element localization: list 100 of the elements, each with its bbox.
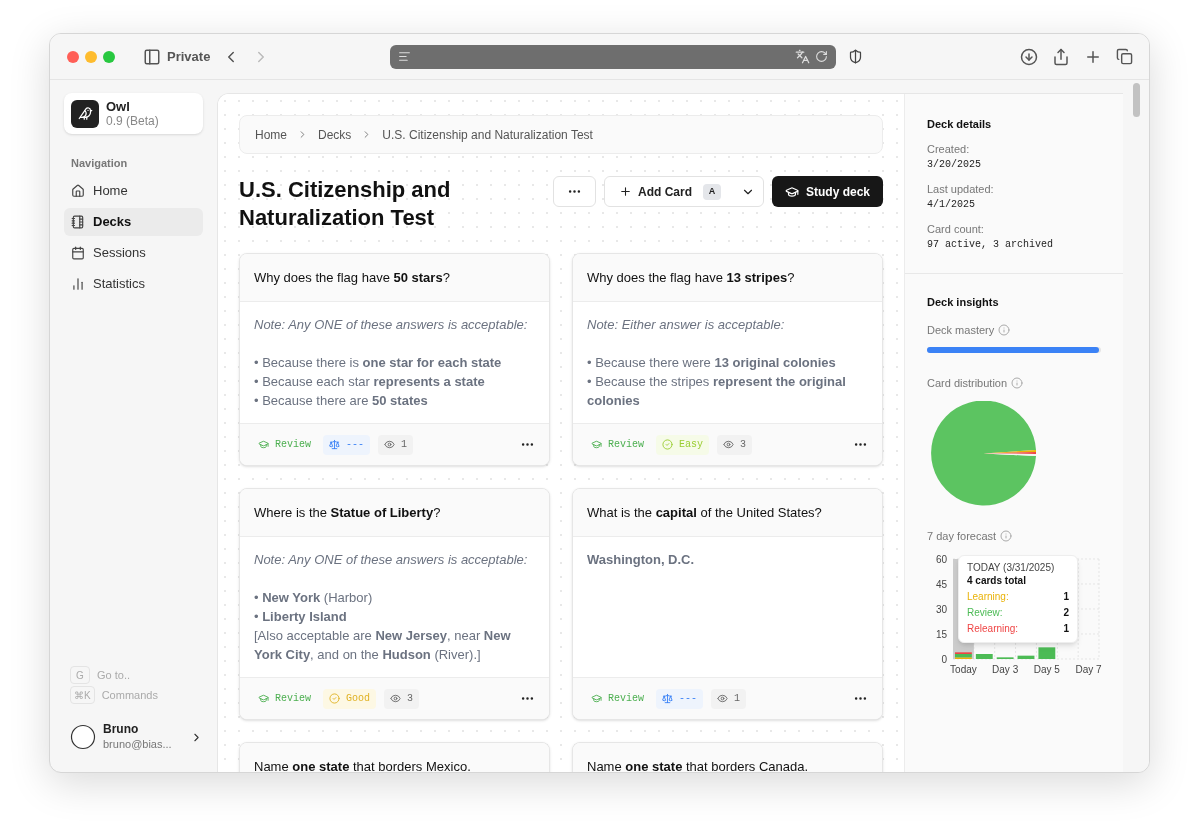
answer-line: • Because the stripes represent the original colonies [587, 373, 847, 410]
study-deck-button[interactable]: Study deck [772, 176, 883, 207]
breadcrumb-link[interactable]: U.S. Citizenship and Naturalization Test [382, 125, 593, 144]
section-heading: Deck insights [927, 294, 1000, 310]
card-question: Where is the Statue of Liberty? [254, 503, 441, 522]
page-icon [398, 50, 412, 63]
eye-icon [384, 439, 396, 450]
section-heading: Deck details [927, 117, 993, 132]
home-icon [71, 183, 85, 198]
detail-label: Last updated: [927, 181, 995, 197]
breadcrumb-link[interactable]: Decks [318, 125, 352, 144]
card-note: Note: Any ONE of these answers is acceptable: [254, 316, 529, 334]
app-version: 0.9 (Beta) [106, 113, 159, 129]
card-question: Name one state that borders Canada. [587, 757, 809, 772]
views-badge: 3 [384, 688, 420, 709]
flashcard[interactable]: Why does the flag have 13 stripes? Note: Either answer is acceptable: • Because there were 13 original colonies • Because the stripes represent the original colonies Review Easy 3 [572, 253, 883, 466]
y-tick-label: 0 [941, 653, 947, 665]
x-tick-label: Day 3 [992, 663, 1019, 675]
rating-badge: --- [323, 434, 371, 455]
tooltip-date: TODAY (3/31/2025) [967, 560, 1056, 574]
address-bar[interactable] [390, 44, 837, 69]
notebook-icon [71, 214, 85, 229]
card-question: Name one state that borders Mexico. [254, 757, 471, 772]
flashcard[interactable]: Name one state that borders Canada. [572, 742, 883, 772]
graduation-cap-icon [591, 439, 602, 450]
rating-badge: Good [323, 688, 377, 709]
flashcard[interactable] [239, 253, 550, 466]
scrollbar-thumb[interactable] [1132, 83, 1140, 117]
graduation-cap-icon [258, 439, 269, 450]
x-tick-label: Day 5 [1033, 663, 1060, 675]
add-card-split-button[interactable]: Add Card A [604, 176, 764, 207]
answer-line: • Because there is one star for each state [254, 354, 503, 372]
nav-item[interactable]: Home [64, 176, 203, 205]
graduation-cap-icon [258, 693, 269, 704]
card-question: Why does the flag have 50 stars? [254, 268, 450, 287]
plus-icon [619, 185, 632, 198]
shortcut-key: G [70, 666, 90, 684]
eye-icon [717, 693, 729, 704]
status-label: Review [254, 434, 315, 455]
sidebar-toggle-icon[interactable] [143, 47, 161, 66]
rating-badge: Easy [656, 434, 710, 455]
app-card[interactable]: Owl 0.9 (Beta) [64, 93, 203, 134]
status-label: Review [587, 688, 648, 709]
check-circle-icon [329, 693, 340, 704]
detail-label: Created: [927, 141, 971, 157]
tabs-overview-icon[interactable] [1116, 48, 1133, 65]
views-badge: 1 [711, 688, 747, 709]
detail-value: 3/20/2025 [927, 157, 982, 172]
nav-item[interactable]: Decks [64, 207, 203, 236]
reload-icon[interactable] [815, 50, 829, 63]
user-menu[interactable]: Bruno bruno@bias... [70, 722, 203, 752]
metric-label: 7 day forecast [927, 529, 997, 544]
bar-chart-icon [71, 276, 85, 291]
eye-icon [390, 693, 402, 704]
share-icon[interactable] [1052, 47, 1070, 66]
y-tick-label: 60 [935, 553, 947, 565]
forecast-bar [1038, 646, 1056, 659]
forecast-bar [975, 653, 993, 659]
shortcut-key: A [703, 183, 721, 200]
nav-item[interactable]: Statistics [64, 269, 203, 298]
translate-icon[interactable] [795, 49, 811, 64]
shield-icon[interactable] [848, 49, 864, 64]
calendar-icon [71, 245, 85, 260]
flashcard[interactable]: Name one state that borders Mexico. [239, 742, 550, 772]
answer-line: • Liberty Island [254, 608, 348, 626]
flashcard[interactable]: What is the capital of the United States? Washington, D.C. Review --- 1 [572, 488, 883, 720]
tooltip-value: 2 [1063, 605, 1069, 620]
close-window-button[interactable] [67, 50, 79, 63]
tooltip-value: 1 [1063, 589, 1069, 604]
x-tick-label: Day 7 [1075, 663, 1102, 675]
views-badge: 3 [717, 434, 753, 455]
status-label: Review [587, 434, 648, 455]
graduation-cap-icon [785, 184, 799, 199]
card-note: Note: Any ONE of these answers is acceptable: [254, 551, 529, 569]
tooltip-series-label: Learning: [967, 589, 1009, 604]
answer-line: • Because there were 13 original colonies [587, 354, 837, 372]
x-tick-label: Today [950, 663, 977, 675]
card-question: What is the capital of the United States? [587, 503, 822, 522]
download-icon[interactable] [1020, 47, 1038, 66]
nav-item[interactable]: Sessions [64, 238, 203, 267]
answer-line: • New York (Harbor) [254, 589, 374, 607]
status-label: Review [254, 688, 315, 709]
app-name: Owl [106, 98, 131, 114]
flashcard[interactable] [239, 488, 550, 720]
add-card-label: Add Card [638, 183, 692, 201]
shortcut-key: ⌘K [70, 686, 95, 704]
metric-label: Card distribution [927, 375, 1008, 391]
y-tick-label: 45 [935, 578, 947, 590]
y-tick-label: 30 [935, 603, 947, 615]
y-tick-label: 15 [935, 628, 947, 640]
views-badge: 1 [378, 434, 414, 455]
answer-line: [Also acceptable are New Jersey, near New York City, and on the Hudson (River).] [254, 627, 512, 664]
answer-line: • Because each star represents a state [254, 373, 486, 391]
graduation-cap-icon [591, 693, 602, 704]
breadcrumb-link[interactable]: Home [255, 125, 287, 144]
detail-value: 97 active, 3 archived [927, 237, 1055, 252]
forecast-bar [1017, 655, 1035, 659]
answer-line: • Because there are 50 states [254, 392, 429, 410]
detail-label: Card count: [927, 221, 985, 237]
card-note: Note: Either answer is acceptable: [587, 316, 786, 334]
